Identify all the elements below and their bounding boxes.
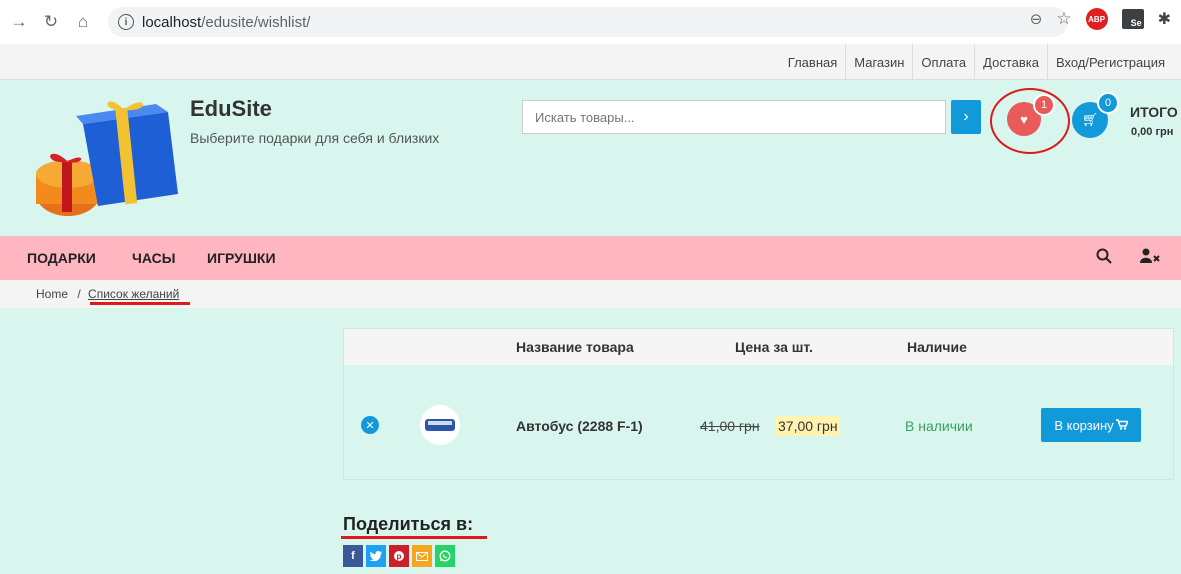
search-submit-button[interactable]: ›: [951, 100, 981, 134]
cart-icon: 🛒︎: [1081, 112, 1099, 127]
search-input[interactable]: [522, 100, 946, 134]
home-icon[interactable]: ⌂: [70, 9, 96, 35]
column-header-price: Цена за шт.: [735, 339, 813, 355]
site-tagline: Выберите подарки для себя и близких: [190, 130, 440, 146]
top-link-delivery[interactable]: Доставка: [974, 44, 1047, 80]
breadcrumb-home[interactable]: Home: [36, 287, 68, 301]
breadcrumb-current[interactable]: Список желаний: [88, 287, 179, 301]
browser-toolbar: → ↻ ⌂ i localhost /edusite/wishlist/ ⊖ ☆…: [0, 0, 1181, 44]
bus-image: [425, 419, 455, 431]
add-to-cart-label: В корзину: [1054, 417, 1114, 433]
url-host: localhost: [142, 13, 202, 31]
cart-icon: [1115, 418, 1129, 433]
chevron-right-icon: ›: [963, 108, 969, 125]
main-nav: ПОДАРКИ ЧАСЫ ИГРУШКИ: [0, 236, 1181, 280]
cart-total-label: ИТОГО: [1130, 104, 1178, 120]
cart-total-value: 0,00 грн: [1131, 126, 1174, 138]
url-path: /edusite/wishlist/: [201, 13, 311, 31]
add-to-cart-button[interactable]: В корзину: [1041, 408, 1141, 442]
wishlist-count-badge: 1: [1033, 94, 1055, 116]
nav-item-watches[interactable]: ЧАСЫ: [132, 236, 175, 280]
column-header-name: Название товара: [516, 339, 634, 355]
top-link-shop[interactable]: Магазин: [845, 44, 912, 80]
column-header-stock: Наличие: [907, 339, 967, 355]
reload-icon[interactable]: ↻: [38, 9, 64, 35]
remove-item-button[interactable]: ✕: [361, 416, 379, 434]
top-link-home[interactable]: Главная: [780, 44, 845, 80]
heart-icon: ♥: [1020, 111, 1028, 127]
site-header: EduSite Выберите подарки для себя и близ…: [0, 80, 1181, 236]
adblock-icon[interactable]: ABP: [1085, 8, 1108, 30]
wishlist-table: Название товара Цена за шт. Наличие ✕ Ав…: [343, 328, 1174, 480]
cart-count-badge: 0: [1097, 92, 1119, 114]
stock-status: В наличии: [905, 418, 973, 434]
sale-price: 37,00 грн: [776, 416, 840, 436]
top-bar: Главная Магазин Оплата Доставка Вход/Рег…: [0, 44, 1181, 80]
annotation-underline: [341, 536, 487, 539]
whatsapp-icon[interactable]: [435, 545, 455, 567]
twitter-icon[interactable]: [366, 545, 386, 567]
old-price: 41,00 грн: [700, 418, 760, 434]
top-links: Главная Магазин Оплата Доставка Вход/Рег…: [780, 44, 1173, 80]
nav-item-gifts[interactable]: ПОДАРКИ: [27, 236, 96, 280]
bookmark-star-icon[interactable]: ☆: [1056, 9, 1071, 29]
nav-item-toys[interactable]: ИГРУШКИ: [207, 236, 276, 280]
user-account-icon[interactable]: [1140, 248, 1160, 267]
forward-icon[interactable]: →: [6, 9, 32, 35]
top-link-payment[interactable]: Оплата: [912, 44, 974, 80]
facebook-icon[interactable]: f: [343, 545, 363, 567]
share-buttons: f p: [343, 545, 455, 567]
svg-text:p: p: [397, 552, 402, 561]
info-icon[interactable]: i: [118, 14, 134, 30]
table-header: Название товара Цена за шт. Наличие: [344, 329, 1173, 365]
top-link-login[interactable]: Вход/Регистрация: [1046, 44, 1173, 80]
gift-logo-icon[interactable]: [28, 94, 188, 224]
breadcrumb-separator: /: [77, 287, 81, 301]
product-name[interactable]: Автобус (2288 F-1): [516, 418, 643, 434]
site-title[interactable]: EduSite: [190, 96, 272, 122]
product-search: ›: [522, 100, 981, 134]
email-icon[interactable]: [412, 545, 432, 567]
pinterest-icon[interactable]: p: [389, 545, 409, 567]
selenium-extension-icon[interactable]: Se: [1121, 9, 1144, 29]
address-bar[interactable]: i localhost /edusite/wishlist/: [108, 7, 1068, 37]
zoom-icon[interactable]: ⊖: [1030, 10, 1043, 28]
share-title: Поделиться в:: [343, 514, 474, 534]
annotation-underline: [90, 302, 190, 305]
table-row: ✕ Автобус (2288 F-1) 41,00 грн 37,00 грн…: [344, 365, 1173, 479]
extensions-puzzle-icon[interactable]: ✱: [1158, 9, 1171, 29]
close-icon: ✕: [365, 419, 375, 432]
product-thumbnail[interactable]: [420, 405, 460, 445]
search-icon[interactable]: [1096, 248, 1112, 269]
